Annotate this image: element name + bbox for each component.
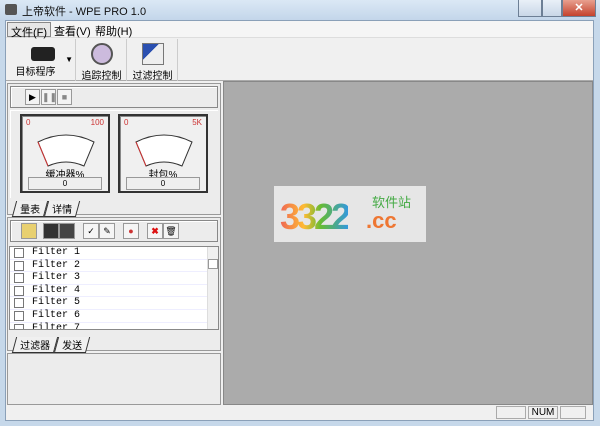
on-off-icon[interactable]: ●: [123, 223, 139, 239]
tab-meters[interactable]: 量表: [11, 201, 49, 217]
filter-console-button[interactable]: 过滤控制台: [128, 39, 178, 97]
minimize-button[interactable]: [518, 0, 542, 17]
window-title: 上帝软件 - WPE PRO 1.0: [22, 6, 147, 18]
gauge-max: 5K: [192, 118, 202, 127]
save-as-icon[interactable]: [59, 223, 75, 239]
menu-bar: 文件(F) 查看(V) 帮助(H): [6, 21, 593, 39]
target-program-button[interactable]: 目标程序 ▼: [10, 39, 76, 81]
filter-row[interactable]: Filter 6: [10, 310, 218, 323]
buffer-gauge: 0 100 缓冲器% 0: [20, 114, 110, 193]
filter-name: Filter 7: [32, 322, 81, 330]
filter-name: Filter 4: [32, 284, 81, 296]
filter-name: Filter 6: [32, 309, 81, 321]
title-bar: 上帝软件 - WPE PRO 1.0 ✕: [0, 0, 600, 20]
menu-view[interactable]: 查看(V): [51, 22, 94, 38]
filter-checkbox[interactable]: [14, 248, 24, 258]
filter-tabs: 过滤器 发送: [11, 337, 91, 353]
filter-row[interactable]: Filter 1: [10, 247, 218, 260]
gauge-dial: [37, 134, 95, 167]
trace-console-button[interactable]: 追踪控制台: [77, 39, 127, 97]
filter-checkbox[interactable]: [14, 298, 24, 309]
tab-details[interactable]: 详情: [43, 201, 81, 217]
client-area: 文件(F) 查看(V) 帮助(H) 目标程序 ▼ 追踪控制台 过滤控制台 ▶ ❚…: [5, 20, 594, 421]
status-panel: [496, 406, 526, 419]
menu-help[interactable]: 帮助(H): [92, 22, 135, 38]
check-icon[interactable]: ✓: [83, 223, 99, 239]
empty-panel: [7, 353, 221, 405]
status-bar: NUM: [6, 405, 593, 420]
filter-name: Filter 3: [32, 272, 81, 284]
filter-row[interactable]: Filter 7: [10, 322, 218, 330]
filter-row[interactable]: Filter 4: [10, 285, 218, 298]
gauge-min: 0: [26, 118, 31, 127]
menu-file[interactable]: 文件(F): [7, 22, 52, 39]
gauge-value: 0: [126, 177, 200, 190]
gauge-max: 100: [90, 118, 104, 127]
edit-icon[interactable]: ✎: [99, 223, 115, 239]
monitor-panel: ▶ ❚❚ ■ 0 100 缓冲器% 0 0 5K 封包% 0 量表 详情: [7, 83, 221, 217]
gauge-value: 0: [28, 177, 102, 190]
playback-toolbar: ▶ ❚❚ ■: [10, 86, 218, 108]
save-icon[interactable]: [43, 223, 59, 239]
filter-toolbar: ✓ ✎ ● ✖ 🗑: [10, 220, 218, 242]
num-lock-indicator: NUM: [528, 406, 558, 419]
filter-checkbox[interactable]: [14, 310, 24, 321]
filter-row[interactable]: Filter 3: [10, 272, 218, 285]
monitor-tabs: 量表 详情: [11, 201, 81, 217]
filter-row[interactable]: Filter 2: [10, 260, 218, 273]
filter-edit-icon: [141, 43, 164, 65]
stop-button[interactable]: ■: [57, 89, 72, 105]
gauge-dial: [135, 134, 193, 167]
filter-checkbox[interactable]: [14, 323, 24, 329]
magnifier-icon: [90, 43, 113, 65]
dropdown-arrow-icon[interactable]: ▼: [65, 55, 73, 64]
target-program-label: 目标程序: [15, 67, 56, 78]
filter-checkbox[interactable]: [14, 273, 24, 284]
trash-icon[interactable]: 🗑: [163, 223, 179, 239]
left-pane: ▶ ❚❚ ■ 0 100 缓冲器% 0 0 5K 封包% 0 量表 详情 ✓ ✎ …: [7, 83, 223, 405]
maximize-button[interactable]: [542, 0, 562, 17]
main-toolbar: 目标程序 ▼ 追踪控制台 过滤控制台: [6, 39, 593, 97]
tab-filters[interactable]: 过滤器: [11, 337, 59, 353]
chip-icon: [30, 47, 55, 61]
list-scrollbar[interactable]: [207, 247, 218, 329]
logo-3322: 3322 软件站 .cc: [274, 186, 426, 242]
play-button[interactable]: ▶: [25, 89, 40, 105]
delete-icon[interactable]: ✖: [147, 223, 163, 239]
filter-checkbox[interactable]: [14, 260, 24, 271]
workspace: 3322 软件站 .cc: [223, 81, 593, 405]
filter-name: Filter 1: [32, 247, 81, 258]
status-panel: [560, 406, 586, 419]
filter-checkbox[interactable]: [14, 285, 24, 296]
open-icon[interactable]: [21, 223, 37, 239]
filter-name: Filter 5: [32, 297, 81, 309]
packet-gauge: 0 5K 封包% 0: [118, 114, 208, 193]
pause-button[interactable]: ❚❚: [41, 89, 57, 105]
app-icon: [5, 4, 17, 15]
filter-row[interactable]: Filter 5: [10, 297, 218, 310]
tab-send[interactable]: 发送: [53, 337, 91, 353]
filter-name: Filter 2: [32, 259, 81, 271]
filter-list: Filter 1 Filter 2 Filter 3 Filter 4 Filter 5…: [9, 246, 219, 330]
close-button[interactable]: ✕: [562, 0, 596, 17]
gauge-min: 0: [124, 118, 129, 127]
